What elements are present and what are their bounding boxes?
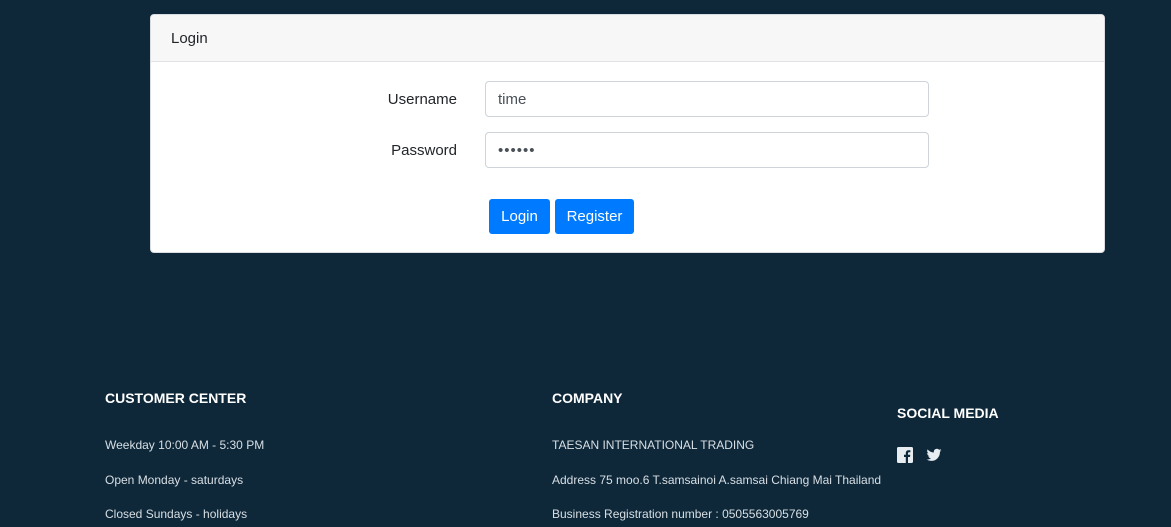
customer-center-line: Open Monday - saturdays [105,473,244,487]
facebook-icon[interactable] [897,447,913,463]
login-card-header: Login [151,15,1104,62]
company-line: TAESAN INTERNATIONAL TRADING [552,438,755,452]
company-heading: COMPANY [552,390,623,406]
twitter-icon[interactable] [926,447,942,463]
login-card: Login Username Password Login Register [150,14,1105,253]
customer-center-line: Weekday 10:00 AM - 5:30 PM [105,438,265,452]
company-line: Business Registration number : 050556300… [552,507,809,521]
username-label: Username [387,91,457,108]
customer-center-heading: CUSTOMER CENTER [105,390,247,406]
customer-center-section: CUSTOMER CENTER [105,390,246,406]
social-media-heading: SOCIAL MEDIA [897,405,999,421]
customer-center-line: Closed Sundays - holidays [105,507,248,521]
password-label: Password [391,142,457,159]
company-line: Address 75 moo.6 T.samsainoi A.samsai Ch… [552,473,882,487]
register-button[interactable]: Register [555,199,634,234]
social-media-section: SOCIAL MEDIA [897,405,999,421]
username-input[interactable] [485,81,929,117]
login-button[interactable]: Login [489,199,550,234]
password-input[interactable] [485,132,929,168]
company-section: COMPANY [552,390,623,406]
